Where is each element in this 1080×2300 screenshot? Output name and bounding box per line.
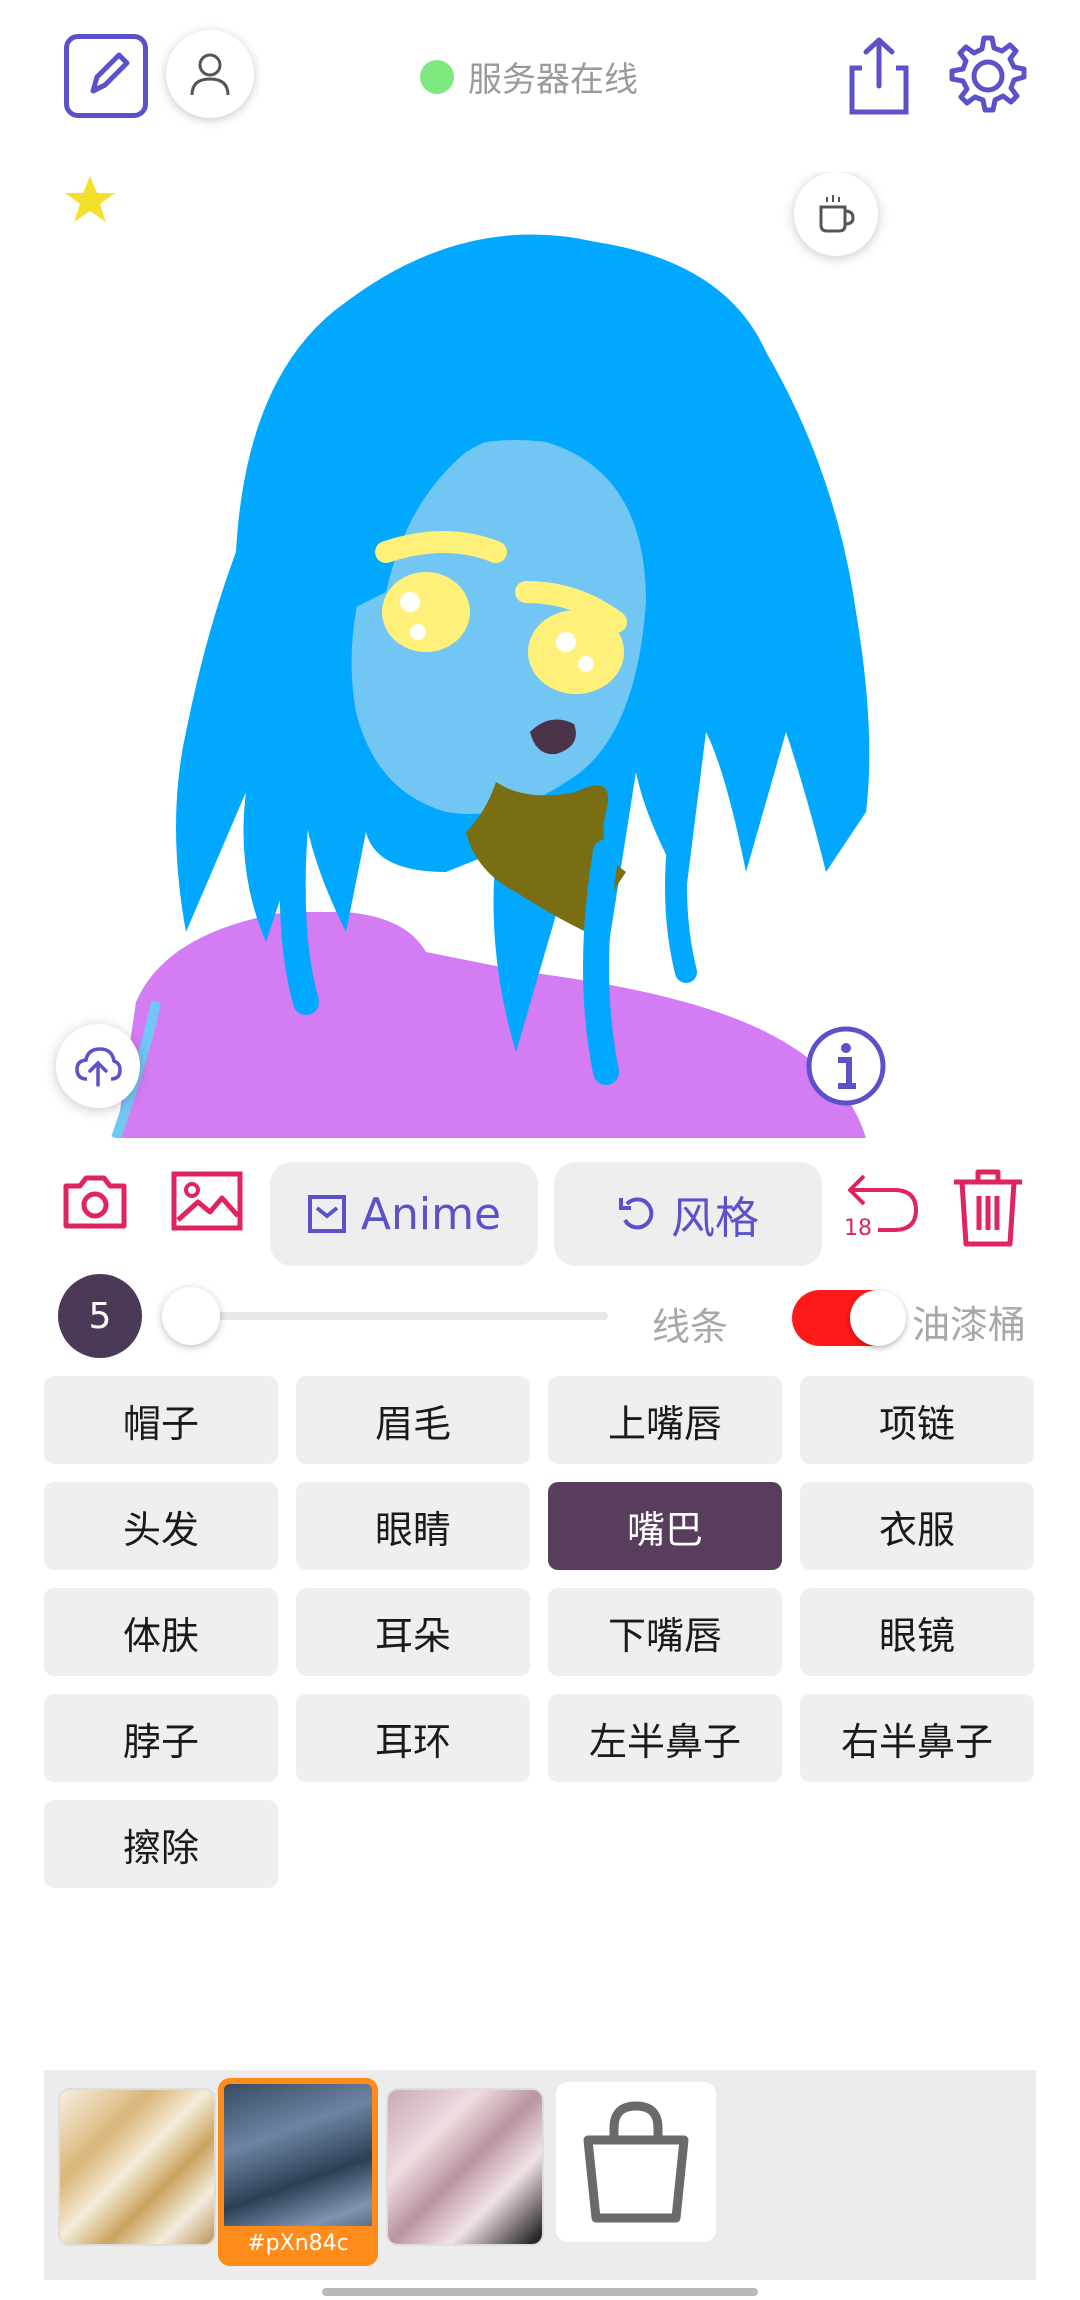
part-button[interactable]: 耳环 <box>296 1694 530 1782</box>
part-button[interactable]: 嘴巴 <box>548 1482 782 1570</box>
shopping-bag-icon <box>583 2101 689 2223</box>
camera-button[interactable] <box>62 1172 128 1230</box>
status-text: 服务器在线 <box>468 60 638 100</box>
undo-count: 18 <box>844 1216 872 1241</box>
delete-button[interactable] <box>950 1166 1026 1248</box>
user-button[interactable] <box>166 30 254 118</box>
edit-button[interactable] <box>64 34 148 118</box>
share-icon <box>849 37 909 115</box>
part-button[interactable]: 下嘴唇 <box>548 1588 782 1676</box>
part-button[interactable]: 上嘴唇 <box>548 1376 782 1464</box>
part-button[interactable]: 眼镜 <box>800 1588 1034 1676</box>
brush-size-badge: 5 <box>58 1274 142 1358</box>
palette-swatch-pink[interactable] <box>386 2088 544 2246</box>
coffee-button[interactable] <box>794 172 878 256</box>
anime-label: Anime <box>360 1188 502 1240</box>
star-icon <box>65 176 115 222</box>
bucket-toggle[interactable] <box>792 1290 906 1346</box>
anime-button[interactable]: Anime <box>270 1162 538 1266</box>
palette-swatch-gold[interactable] <box>58 2088 216 2246</box>
line-label: 线条 <box>652 1305 729 1349</box>
toggle-knob <box>850 1290 906 1346</box>
part-button[interactable]: 帽子 <box>44 1376 278 1464</box>
trash-icon <box>954 1169 1022 1247</box>
status-dot <box>420 59 454 94</box>
upload-button[interactable] <box>56 1024 140 1108</box>
checkbox-icon <box>307 1195 346 1233</box>
part-button[interactable]: 擦除 <box>44 1800 278 1888</box>
image-icon <box>171 1171 243 1231</box>
part-button[interactable]: 眉毛 <box>296 1376 530 1464</box>
undo-button[interactable]: 18 <box>842 1170 922 1246</box>
drawing-artwork <box>111 234 870 1138</box>
gallery-button[interactable] <box>170 1170 244 1232</box>
home-indicator <box>322 2288 758 2296</box>
palette-tray: #pXn84c <box>44 2070 1036 2280</box>
part-button[interactable]: 右半鼻子 <box>800 1694 1034 1782</box>
part-button[interactable]: 眼睛 <box>296 1482 530 1570</box>
settings-button[interactable] <box>944 32 1032 120</box>
server-status: 服务器在线 <box>420 52 638 101</box>
refresh-icon <box>619 1197 654 1230</box>
store-button[interactable] <box>556 2082 716 2242</box>
part-button[interactable]: 脖子 <box>44 1694 278 1782</box>
info-button[interactable] <box>804 1024 888 1108</box>
camera-icon <box>63 1175 127 1229</box>
palette-swatch-slate[interactable]: #pXn84c <box>218 2078 378 2266</box>
bucket-label: 油漆桶 <box>912 1303 1027 1347</box>
palette-selected-label: #pXn84c <box>224 2226 372 2260</box>
edit-note-icon <box>90 52 130 94</box>
part-button[interactable]: 衣服 <box>800 1482 1034 1570</box>
part-grid: 帽子 眉毛 上嘴唇 项链头发 眼睛 嘴巴 衣服体肤 耳朵 下嘴唇 眼镜脖子 耳环 左半鼻子 右半鼻子擦除 <box>44 1376 1036 1888</box>
brush-size-slider[interactable] <box>162 1312 608 1320</box>
part-button[interactable]: 耳朵 <box>296 1588 530 1676</box>
part-button[interactable]: 体肤 <box>44 1588 278 1676</box>
favorite-button[interactable] <box>62 172 118 228</box>
drawing-canvas[interactable] <box>46 172 916 1138</box>
info-icon <box>806 1026 886 1106</box>
coffee-cup-icon <box>819 195 855 233</box>
part-button[interactable]: 头发 <box>44 1482 278 1570</box>
slider-thumb[interactable] <box>162 1287 220 1345</box>
part-button[interactable]: 项链 <box>800 1376 1034 1464</box>
share-button[interactable] <box>842 34 916 118</box>
part-button[interactable]: 左半鼻子 <box>548 1694 782 1782</box>
user-icon <box>190 53 230 96</box>
settings-gear-icon <box>949 35 1027 113</box>
cloud-upload-icon <box>75 1047 122 1087</box>
style-button[interactable]: 风格 <box>554 1162 822 1266</box>
style-label: 风格 <box>671 1193 759 1244</box>
